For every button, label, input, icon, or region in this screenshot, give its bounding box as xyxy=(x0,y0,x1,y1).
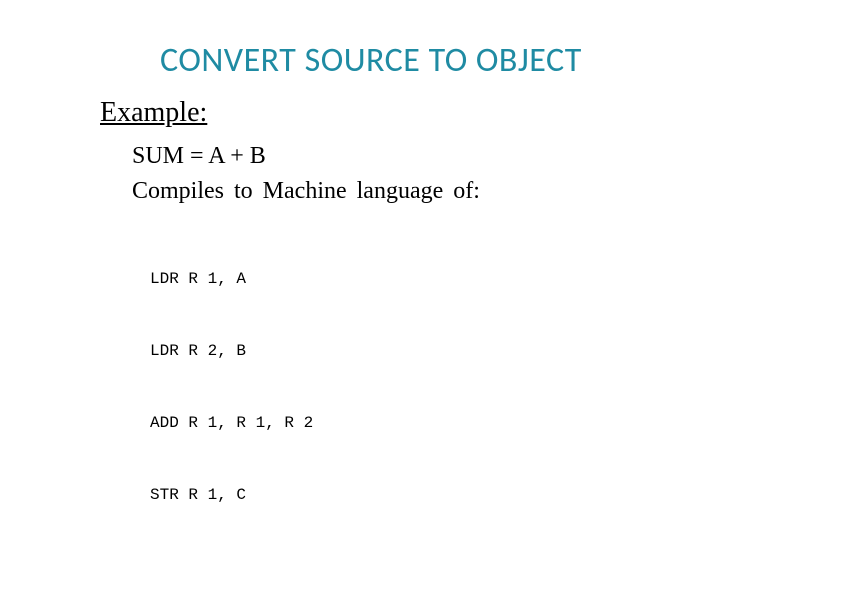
code-line: STR R 1, C xyxy=(150,483,782,507)
example-label: Example: xyxy=(100,97,782,129)
slide: CONVERT SOURCE TO OBJECT Example: SUM = … xyxy=(0,0,842,595)
code-line: LDR R 2, B xyxy=(150,339,782,363)
code-block: LDR R 1, A LDR R 2, B ADD R 1, R 1, R 2 … xyxy=(150,219,782,555)
code-line: LDR R 1, A xyxy=(150,267,782,291)
slide-title: CONVERT SOURCE TO OBJECT xyxy=(160,40,782,81)
equation-text: SUM = A + B xyxy=(132,143,782,170)
code-line: ADD R 1, R 1, R 2 xyxy=(150,411,782,435)
compiles-text: Compiles to Machine language of: xyxy=(132,178,782,205)
